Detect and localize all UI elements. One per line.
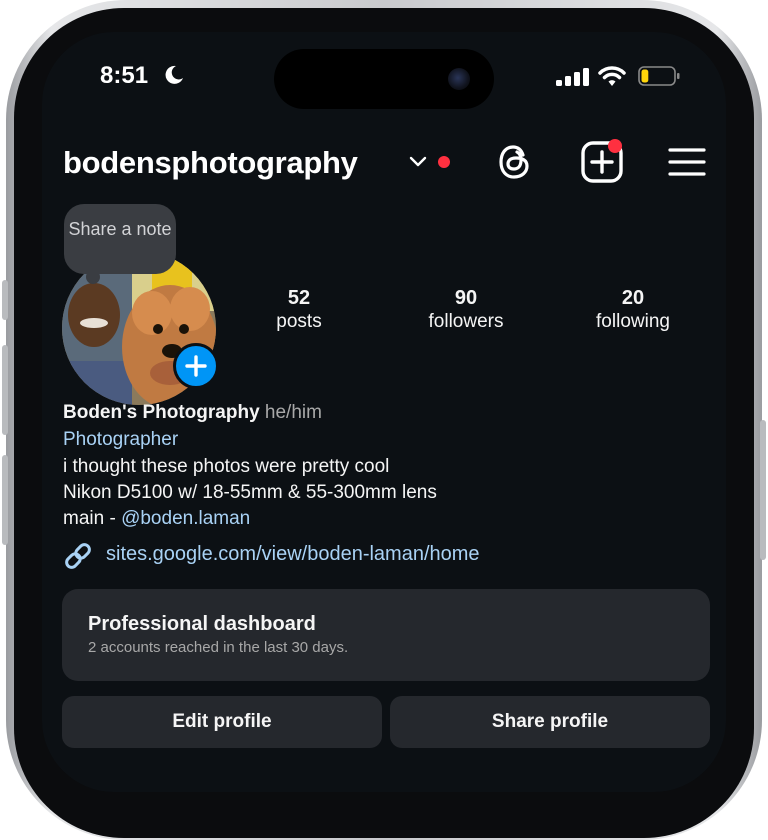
category-label[interactable]: Photographer <box>63 429 178 451</box>
display-name: Boden's Photography <box>63 402 260 423</box>
phone-side-button <box>2 280 8 320</box>
status-time: 8:51 <box>100 62 149 89</box>
mention-link[interactable]: @boden.laman <box>121 508 250 529</box>
phone-side-button <box>2 455 8 545</box>
link-icon <box>65 543 91 569</box>
bio-name-line: Boden's Photography he/him <box>63 402 322 424</box>
bio-line: i thought these photos were pretty cool <box>63 456 390 477</box>
following-count[interactable]: 20 following <box>573 286 693 334</box>
mention-prefix: main - <box>63 508 122 529</box>
dashboard-subtitle: 2 accounts reached in the last 30 days. <box>88 639 349 656</box>
phone-power-button <box>760 420 766 560</box>
bio-line: Nikon D5100 w/ 18-55mm & 55-300mm lens <box>63 482 437 503</box>
add-story-button[interactable] <box>173 343 219 389</box>
plus-icon <box>185 355 207 377</box>
threads-icon[interactable] <box>496 142 534 182</box>
notification-dot <box>608 139 622 153</box>
professional-dashboard-card[interactable]: Professional dashboard 2 accounts reache… <box>62 589 710 681</box>
battery-icon <box>638 66 680 86</box>
phone-side-button <box>2 345 8 435</box>
screen: 8:51 bodensphotography Share a note 52 p… <box>42 32 726 792</box>
stat-value: 20 <box>621 287 645 309</box>
followers-count[interactable]: 90 followers <box>406 286 526 334</box>
stat-label: followers <box>428 311 504 332</box>
website-link[interactable]: sites.google.com/view/boden-laman/home <box>106 543 480 566</box>
notification-dot <box>438 156 450 168</box>
posts-count[interactable]: 52 posts <box>239 286 359 334</box>
edit-profile-button[interactable]: Edit profile <box>62 696 382 748</box>
stat-label: following <box>596 311 670 332</box>
stat-value: 90 <box>454 287 478 309</box>
stat-label: posts <box>276 311 322 332</box>
share-note-bubble[interactable]: Share a note <box>64 204 176 274</box>
menu-icon[interactable] <box>668 146 706 178</box>
profile-username-switcher[interactable]: bodensphotography <box>63 145 358 181</box>
camera-lens-icon <box>448 68 470 90</box>
wifi-icon <box>598 66 626 86</box>
stat-value: 52 <box>287 287 311 309</box>
cellular-signal-icon <box>556 68 589 86</box>
moon-icon <box>165 65 183 84</box>
pronouns: he/him <box>264 402 322 423</box>
dashboard-title: Professional dashboard <box>88 613 316 635</box>
chevron-down-icon[interactable] <box>408 154 428 168</box>
bio-mention-line: main - @boden.laman <box>63 508 250 530</box>
share-profile-button[interactable]: Share profile <box>390 696 710 748</box>
